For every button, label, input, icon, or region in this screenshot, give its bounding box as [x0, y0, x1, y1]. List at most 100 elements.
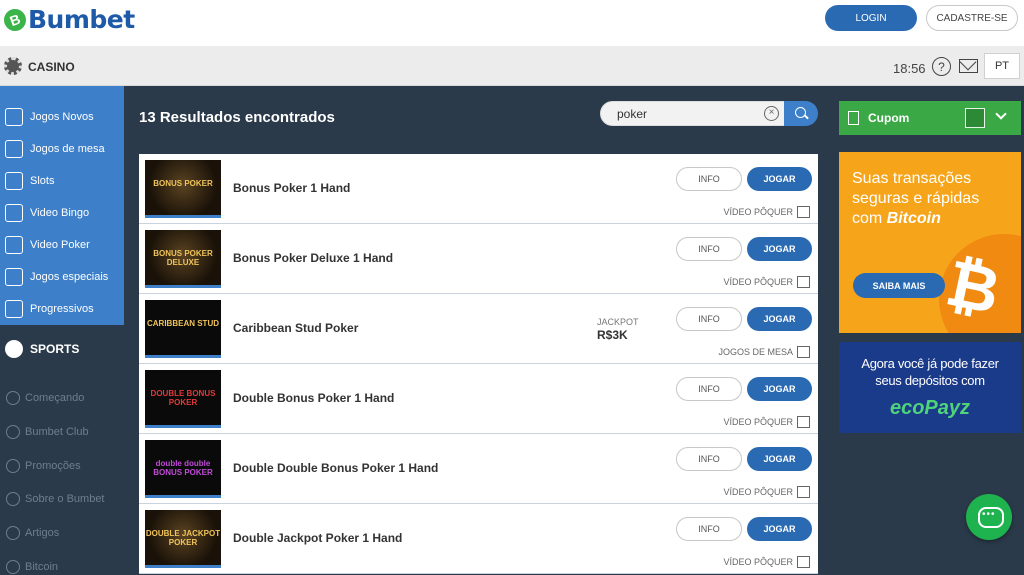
section-bar: CASINO 18:56 ? PT	[0, 46, 1024, 86]
poker-icon	[5, 236, 23, 254]
sidebar-link-comecando[interactable]: Começando	[0, 383, 84, 413]
language-selector[interactable]: PT	[984, 53, 1020, 79]
jackpot-value: R$3K	[597, 328, 628, 342]
sidebar-item-video-poker[interactable]: Video Poker	[0, 229, 124, 261]
play-button[interactable]: JOGAR	[747, 377, 812, 401]
sidebar-link-sobre[interactable]: Sobre o Bumbet	[0, 484, 105, 514]
game-results-list: BONUS POKER Bonus Poker 1 Hand INFO JOGA…	[139, 154, 818, 574]
ecopayz-banner-text: Agora você já pode fazer seus depósitos …	[839, 355, 1021, 389]
sidebar-link-bitcoin[interactable]: Bitcoin	[0, 552, 58, 575]
sidebar-link-promocoes[interactable]: Promoções	[0, 451, 81, 481]
power-icon	[6, 391, 20, 405]
dice-icon	[5, 140, 23, 158]
game-category: VÍDEO PÔQUER	[723, 416, 810, 428]
dice-icon	[797, 346, 810, 358]
thumbnail-text: BONUS POKER DELUXE	[153, 249, 213, 267]
money-bag-icon	[5, 300, 23, 318]
game-title[interactable]: Bonus Poker Deluxe 1 Hand	[233, 251, 393, 265]
sidebar-link-label: Começando	[25, 392, 85, 404]
sidebar-link-label: Sobre o Bumbet	[25, 493, 105, 505]
sidebar-item-label: Progressivos	[30, 303, 94, 315]
game-category: VÍDEO PÔQUER	[723, 206, 810, 218]
sidebar-link-bumbet-club[interactable]: Bumbet Club	[0, 417, 89, 447]
sidebar-item-label: Jogos especiais	[30, 271, 109, 283]
search-button[interactable]	[784, 101, 818, 126]
info-button[interactable]: INFO	[676, 377, 742, 401]
sidebar-link-label: Promoções	[25, 460, 81, 472]
video-poker-icon	[797, 556, 810, 568]
coupon-bar[interactable]: Cupom	[839, 101, 1021, 135]
game-thumbnail[interactable]: DOUBLE JACKPOT POKER	[145, 510, 221, 568]
person-icon	[6, 492, 20, 506]
bitcoin-line-1: Suas transações	[852, 170, 972, 187]
thumbnail-text: DOUBLE JACKPOT POKER	[145, 529, 221, 547]
sidebar-link-artigos[interactable]: Artigos	[0, 518, 59, 548]
play-button[interactable]: JOGAR	[747, 307, 812, 331]
learn-more-button[interactable]: SAIBA MAIS	[853, 273, 945, 298]
game-thumbnail[interactable]: BONUS POKER	[145, 160, 221, 218]
clear-search-icon[interactable]: ×	[764, 106, 779, 121]
sidebar-link-label: Bitcoin	[25, 561, 59, 573]
bitcoin-line-3-prefix: com	[852, 210, 887, 227]
ecopayz-line-2: seus depósitos com	[875, 373, 985, 388]
game-title[interactable]: Double Double Bonus Poker 1 Hand	[233, 461, 438, 475]
chat-icon[interactable]	[966, 494, 1012, 540]
play-button[interactable]: JOGAR	[747, 167, 812, 191]
new-badge-icon	[5, 108, 23, 126]
document-icon	[848, 111, 859, 125]
info-button[interactable]: INFO	[676, 517, 742, 541]
game-thumbnail[interactable]: DOUBLE BONUS POKER	[145, 370, 221, 428]
game-thumbnail[interactable]: CARIBBEAN STUD	[145, 300, 221, 358]
sidebar-item-jogos-de-mesa[interactable]: Jogos de mesa	[0, 133, 124, 165]
sidebar-item-progressivos[interactable]: Progressivos	[0, 293, 124, 325]
help-icon[interactable]: ?	[932, 57, 951, 76]
info-button[interactable]: INFO	[676, 167, 742, 191]
sidebar-item-label: Video Bingo	[30, 207, 90, 219]
thumbnail-text: CARIBBEAN STUD	[147, 319, 219, 328]
game-row: CARIBBEAN STUD Caribbean Stud Poker JACK…	[139, 294, 818, 364]
sidebar-item-slots[interactable]: Slots	[0, 165, 124, 197]
game-title[interactable]: Caribbean Stud Poker	[233, 321, 358, 335]
thumbnail-text: DOUBLE BONUS POKER	[150, 389, 216, 407]
special-grid-icon	[5, 268, 23, 286]
login-button[interactable]: LOGIN	[825, 5, 917, 31]
chevron-down-icon[interactable]	[995, 108, 1007, 120]
game-title[interactable]: Double Jackpot Poker 1 Hand	[233, 531, 402, 545]
signup-button[interactable]: CADASTRE-SE	[926, 5, 1018, 31]
search-input[interactable]	[600, 101, 790, 126]
video-poker-icon	[797, 206, 810, 218]
game-title[interactable]: Bonus Poker 1 Hand	[233, 181, 350, 195]
game-row: DOUBLE JACKPOT POKER Double Jackpot Poke…	[139, 504, 818, 574]
info-button[interactable]: INFO	[676, 447, 742, 471]
sidebar-link-label: Artigos	[25, 527, 60, 539]
category-label: VÍDEO PÔQUER	[723, 417, 793, 427]
bumbet-logo[interactable]: B Bumbet	[0, 5, 135, 34]
thumbnail-text: double double BONUS POKER	[153, 459, 213, 477]
ecopayz-banner[interactable]: Agora você já pode fazer seus depósitos …	[839, 342, 1021, 433]
sidebar-item-video-bingo[interactable]: Video Bingo	[0, 197, 124, 229]
casino-categories: Jogos Novos Jogos de mesa Slots Video Bi…	[0, 86, 124, 325]
category-label: VÍDEO PÔQUER	[723, 277, 793, 287]
play-button[interactable]: JOGAR	[747, 237, 812, 261]
game-row: BONUS POKER DELUXE Bonus Poker Deluxe 1 …	[139, 224, 818, 294]
section-title: CASINO	[28, 60, 75, 74]
sidebar-item-jogos-novos[interactable]: Jogos Novos	[0, 101, 124, 133]
info-button[interactable]: INFO	[676, 237, 742, 261]
game-row: BONUS POKER Bonus Poker 1 Hand INFO JOGA…	[139, 154, 818, 224]
sidebar-item-sports[interactable]: SPORTS	[0, 336, 79, 362]
slot-machine-icon	[5, 172, 23, 190]
calendar-icon[interactable]	[965, 108, 985, 128]
sidebar-item-label: Video Poker	[30, 239, 90, 251]
game-title[interactable]: Double Bonus Poker 1 Hand	[233, 391, 394, 405]
play-button[interactable]: JOGAR	[747, 517, 812, 541]
bitcoin-banner[interactable]: ₿ Suas transações seguras e rápidas com …	[839, 152, 1021, 333]
game-thumbnail[interactable]: BONUS POKER DELUXE	[145, 230, 221, 288]
play-button[interactable]: JOGAR	[747, 447, 812, 471]
mail-icon[interactable]	[959, 59, 978, 73]
game-thumbnail[interactable]: double double BONUS POKER	[145, 440, 221, 498]
bitcoin-line-3: com Bitcoin	[852, 209, 1012, 229]
bitcoin-brand: Bitcoin	[886, 210, 941, 227]
info-button[interactable]: INFO	[676, 307, 742, 331]
sidebar-item-jogos-especiais[interactable]: Jogos especiais	[0, 261, 124, 293]
thumbnail-text: BONUS POKER	[153, 179, 213, 188]
